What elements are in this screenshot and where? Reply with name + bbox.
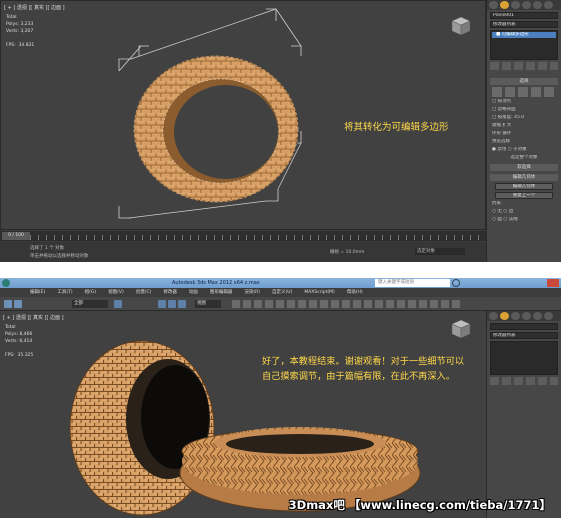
menu-animation[interactable]: 动画: [189, 288, 198, 297]
command-panel-tabs: [487, 0, 561, 10]
stack-toolbar[interactable]: [490, 377, 558, 385]
time-slider-track[interactable]: 0 / 100: [0, 231, 486, 241]
ignore-backfacing-checkbox[interactable]: □ 忽略背面: [492, 107, 556, 113]
move-icon[interactable]: [158, 300, 166, 308]
menu-tools[interactable]: 工具(T): [57, 288, 72, 297]
reference-coordinate-dropdown[interactable]: 视图: [195, 300, 221, 308]
preview-selection-label: 预览选择: [492, 139, 510, 144]
shrink-grow-buttons[interactable]: 收缩 扩大: [492, 123, 556, 129]
tutorial-caption: 将其转化为可编辑多边形: [344, 122, 449, 133]
rotate-icon[interactable]: [168, 300, 176, 308]
by-vertex-checkbox[interactable]: □ 按顶点: [492, 99, 556, 105]
modifier-stack[interactable]: [490, 341, 558, 375]
object-name-field[interactable]: [490, 323, 558, 330]
constraints-radios-row1[interactable]: ○ 无 ○ 边: [492, 209, 556, 215]
top-screenshot: [ + ] 透视 ][ 真实 ][ 边面 ] Total Polys: 3,23…: [0, 0, 561, 262]
status-bar: 选择了 1 个 对象 单击并拖动以选择并移动对象 栅格 = 10.0mm 选定对…: [0, 242, 486, 262]
modify-tab-icon[interactable]: [500, 312, 509, 320]
motion-tab-icon[interactable]: [522, 1, 531, 9]
ring-loop-buttons[interactable]: 环形 循环: [492, 131, 556, 137]
create-tab-icon[interactable]: [489, 1, 498, 9]
title-bar: Autodesk 3ds Max 2012 x64 z.max 键入关键字或短语: [0, 278, 561, 288]
window-title: Autodesk 3ds Max 2012 x64 z.max: [172, 280, 260, 286]
undo-icon[interactable]: [4, 300, 12, 308]
bottom-screenshot: Autodesk 3ds Max 2012 x64 z.max 键入关键字或短语…: [0, 278, 561, 518]
search-icon[interactable]: [452, 279, 460, 287]
menu-group[interactable]: 组(G): [85, 288, 97, 297]
constraints-label: 约束: [492, 201, 501, 206]
modifier-list-dropdown[interactable]: 修改器列表: [490, 21, 558, 28]
utilities-tab-icon[interactable]: [544, 312, 553, 320]
modifier-stack[interactable]: ■ 可编辑多边形: [490, 30, 558, 60]
command-panel: Plane001 修改器列表 ■ 可编辑多边形 选择 □ 按顶点 □ 忽略背面 …: [486, 0, 561, 262]
modify-tab-icon[interactable]: [500, 1, 509, 9]
app-logo-icon[interactable]: [2, 279, 10, 287]
menu-customize[interactable]: 自定义(U): [272, 288, 292, 297]
time-slider[interactable]: 0 / 100: [2, 232, 30, 240]
main-toolbar: 全部 视图: [0, 297, 561, 311]
utilities-tab-icon[interactable]: [544, 1, 553, 9]
tire-wireframe-render: [118, 8, 302, 219]
preview-selection-radios[interactable]: ● 禁用 ○ 子对象: [492, 147, 556, 153]
by-angle-checkbox[interactable]: □ 按角度: 45.0: [492, 115, 556, 121]
select-icon[interactable]: [114, 300, 122, 308]
rendered-tires: [69, 340, 421, 516]
modifier-list-dropdown[interactable]: 修改器列表: [490, 332, 558, 339]
tutorial-caption: 好了，本教程结束。谢谢观看！对于一些细节可以 自己摸索调节，由于篇幅有限，在此不…: [262, 354, 464, 384]
menu-maxscript[interactable]: MAXScript(M): [304, 288, 335, 297]
watermark: 3Dmax吧 【www.linecg.com/tieba/1771】: [288, 498, 551, 512]
whole-object-status: 选定整个对象: [510, 155, 538, 160]
menu-modifiers[interactable]: 修改器: [163, 288, 177, 297]
edit-geometry-button[interactable]: 编辑几何体: [495, 183, 553, 190]
menu-help[interactable]: 帮助(H): [347, 288, 363, 297]
menu-bar: 编辑(E) 工具(T) 组(G) 视图(V) 创建(C) 修改器 动画 图形编辑…: [0, 288, 561, 297]
menu-rendering[interactable]: 渲染(R): [244, 288, 260, 297]
motion-tab-icon[interactable]: [522, 312, 531, 320]
selection-filter-dropdown[interactable]: 全部: [72, 300, 108, 308]
menu-views[interactable]: 视图(V): [108, 288, 124, 297]
stack-toolbar[interactable]: [490, 62, 558, 70]
command-panel-tabs: [487, 311, 561, 321]
stack-item-editable-poly[interactable]: ■ 可编辑多边形: [492, 32, 556, 38]
menu-graph-editors[interactable]: 图形编辑器: [210, 288, 233, 297]
constraints-radios-row2[interactable]: ○ 面 ○ 法线: [492, 217, 556, 223]
selection-set-dropdown[interactable]: 选定对象: [415, 248, 465, 255]
scale-icon[interactable]: [178, 300, 186, 308]
menu-create[interactable]: 创建(C): [136, 288, 152, 297]
display-tab-icon[interactable]: [533, 1, 542, 9]
rollout-selection[interactable]: 选择: [490, 78, 558, 85]
search-input[interactable]: 键入关键字或短语: [375, 279, 450, 287]
viewcube-icon[interactable]: [450, 318, 472, 340]
repeat-last-button[interactable]: 重复上一个: [495, 192, 553, 199]
command-panel: 修改器列表: [486, 311, 561, 518]
caption-line: 好了，本教程结束。谢谢观看！对于一些细节可以: [262, 356, 465, 367]
hierarchy-tab-icon[interactable]: [511, 312, 520, 320]
perspective-viewport[interactable]: [ + ] 透视 ][ 真实 ][ 边面 ] Total Polys: 3,23…: [0, 0, 486, 230]
rollout-edit-geometry[interactable]: 编辑几何体: [490, 174, 558, 181]
timeline-ticks: [30, 235, 482, 240]
perspective-viewport[interactable]: [ + ] 透视 ][ 真实 ][ 边面 ] Total Polys: 8,46…: [0, 311, 486, 518]
selection-status: 选择了 1 个 对象: [30, 246, 65, 251]
tire-mesh: [133, 55, 299, 203]
grid-readout: 栅格 = 10.0mm: [330, 250, 365, 255]
caption-line: 自己摸索调节，由于篇幅有限，在此不再深入。: [262, 371, 455, 382]
hierarchy-tab-icon[interactable]: [511, 1, 520, 9]
subobject-level-buttons[interactable]: [492, 87, 556, 97]
toolbar-buttons[interactable]: [232, 300, 462, 308]
create-tab-icon[interactable]: [489, 312, 498, 320]
object-name-field[interactable]: Plane001: [490, 12, 558, 19]
rollout-soft-selection[interactable]: 软选择: [490, 164, 558, 171]
close-icon[interactable]: [547, 279, 559, 287]
prompt-hint: 单击并拖动以选择并移动对象: [30, 254, 89, 259]
viewcube-icon[interactable]: [450, 15, 472, 37]
menu-edit[interactable]: 编辑(E): [30, 288, 45, 297]
display-tab-icon[interactable]: [533, 312, 542, 320]
redo-icon[interactable]: [14, 300, 22, 308]
